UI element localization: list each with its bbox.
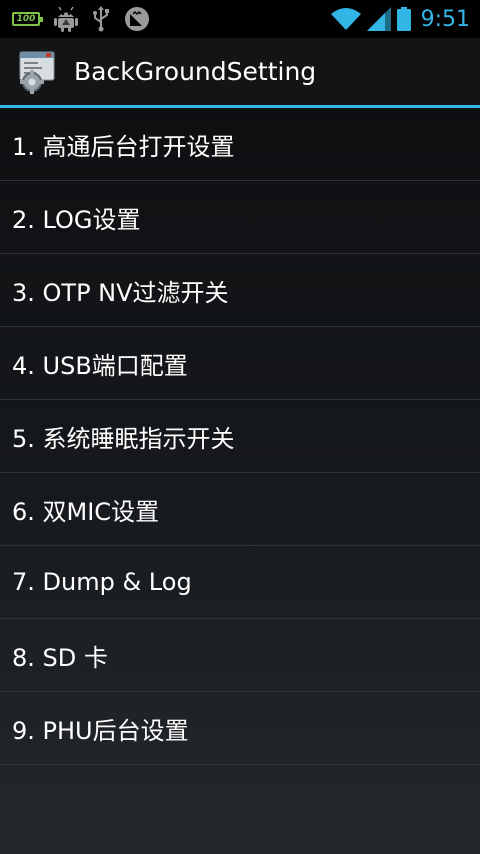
settings-app-icon[interactable] — [18, 50, 58, 94]
battery-100-icon: 100 — [12, 12, 43, 26]
battery-icon — [396, 7, 411, 31]
notification-icons: 100 — [12, 6, 164, 32]
app-title: BackGroundSetting — [74, 57, 317, 86]
settings-menu-list: 1. 高通后台打开设置 2. LOG设置 3. OTP NV过滤开关 4. US… — [0, 108, 480, 765]
menu-item-label: 5. 系统睡眠指示开关 — [12, 424, 235, 453]
menu-item-label: 3. OTP NV过滤开关 — [12, 278, 229, 307]
menu-item-label: 8. SD 卡 — [12, 643, 108, 672]
status-clock: 9:51 — [420, 6, 470, 32]
screen: 100 9:51 BackGroundSetting 1. 高通后台打开设置 2… — [0, 0, 480, 854]
menu-item-usb-port[interactable]: 4. USB端口配置 — [0, 327, 480, 400]
menu-item-dual-mic[interactable]: 6. 双MIC设置 — [0, 473, 480, 546]
menu-item-label: 1. 高通后台打开设置 — [12, 132, 235, 161]
system-icons: 9:51 — [325, 7, 470, 32]
menu-item-label: 2. LOG设置 — [12, 205, 141, 234]
menu-item-label: 7. Dump & Log — [12, 568, 192, 596]
menu-item-qualcomm-backend[interactable]: 1. 高通后台打开设置 — [0, 108, 480, 181]
menu-item-label: 4. USB端口配置 — [12, 351, 188, 380]
menu-item-sleep-indicator[interactable]: 5. 系统睡眠指示开关 — [0, 400, 480, 473]
menu-item-phu-backend[interactable]: 9. PHU后台设置 — [0, 692, 480, 765]
menu-item-dump-log[interactable]: 7. Dump & Log — [0, 546, 480, 619]
menu-item-otp-nv-filter[interactable]: 3. OTP NV过滤开关 — [0, 254, 480, 327]
menu-item-label: 6. 双MIC设置 — [12, 497, 160, 526]
menu-item-log-settings[interactable]: 2. LOG设置 — [0, 181, 480, 254]
android-debug-icon — [54, 6, 78, 32]
usb-icon — [93, 6, 109, 32]
battery-badge-text: 100 — [16, 14, 36, 24]
action-bar: BackGroundSetting — [0, 38, 480, 108]
wifi-icon — [330, 8, 361, 30]
signal-icon — [366, 7, 391, 31]
menu-item-label: 9. PHU后台设置 — [12, 716, 189, 745]
status-bar: 100 9:51 — [0, 0, 480, 38]
sd-card-icon — [125, 7, 149, 31]
menu-item-sd-card[interactable]: 8. SD 卡 — [0, 619, 480, 692]
